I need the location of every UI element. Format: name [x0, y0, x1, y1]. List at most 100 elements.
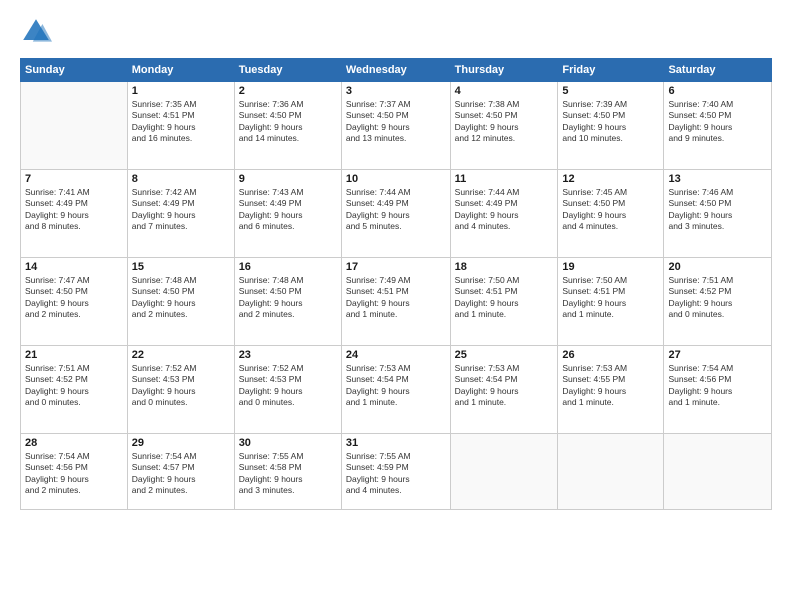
calendar-cell: 7Sunrise: 7:41 AM Sunset: 4:49 PM Daylig…: [21, 170, 128, 258]
day-info: Sunrise: 7:47 AM Sunset: 4:50 PM Dayligh…: [25, 275, 123, 321]
weekday-header-thursday: Thursday: [450, 59, 558, 82]
calendar-week-row: 14 Sunrise: 7:47 AM Sunset: 4:50 PM Dayli…: [21, 258, 772, 346]
day-info: Sunrise: 7:48 AM Sunset: 4:50 PM Dayligh…: [239, 275, 337, 321]
calendar-table: SundayMondayTuesdayWednesdayThursdayFrid…: [20, 58, 772, 510]
calendar-cell: 10 Sunrise: 7:44 AM Sunset: 4:49 PM Dayli…: [341, 170, 450, 258]
day-info: Sunrise: 7:40 AM Sunset: 4:50 PM Dayligh…: [668, 99, 767, 145]
day-info: Sunrise: 7:44 AM Sunset: 4:49 PM Dayligh…: [455, 187, 554, 233]
day-info: Sunrise: 7:54 AM Sunset: 4:57 PM Dayligh…: [132, 451, 230, 497]
day-info: Sunrise: 7:41 AM Sunset: 4:49 PM Dayligh…: [25, 187, 123, 233]
day-info: Sunrise: 7:52 AM Sunset: 4:53 PM Dayligh…: [132, 363, 230, 409]
calendar-cell: 28 Sunrise: 7:54 AM Sunset: 4:56 PM Dayli…: [21, 434, 128, 510]
calendar-cell: 4 Sunrise: 7:38 AM Sunset: 4:50 PM Daylig…: [450, 82, 558, 170]
day-number: 14: [25, 261, 123, 273]
calendar-cell: [664, 434, 772, 510]
calendar-cell: 8 Sunrise: 7:42 AM Sunset: 4:49 PM Daylig…: [127, 170, 234, 258]
day-info: Sunrise: 7:45 AM Sunset: 4:50 PM Dayligh…: [562, 187, 659, 233]
logo: [20, 16, 56, 48]
day-info: Sunrise: 7:53 AM Sunset: 4:54 PM Dayligh…: [455, 363, 554, 409]
calendar-cell: 20 Sunrise: 7:51 AM Sunset: 4:52 PM Dayli…: [664, 258, 772, 346]
calendar-cell: 17Sunrise: 7:49 AM Sunset: 4:51 PM Dayli…: [341, 258, 450, 346]
day-number: 23: [239, 349, 337, 361]
calendar-cell: 19 Sunrise: 7:50 AM Sunset: 4:51 PM Dayli…: [558, 258, 664, 346]
day-number: 6: [668, 85, 767, 97]
calendar-cell: 25 Sunrise: 7:53 AM Sunset: 4:54 PM Dayli…: [450, 346, 558, 434]
weekday-header-sunday: Sunday: [21, 59, 128, 82]
day-number: 8: [132, 173, 230, 185]
calendar-week-row: 7Sunrise: 7:41 AM Sunset: 4:49 PM Daylig…: [21, 170, 772, 258]
day-number: 4: [455, 85, 554, 97]
calendar-cell: 11 Sunrise: 7:44 AM Sunset: 4:49 PM Dayli…: [450, 170, 558, 258]
day-info: Sunrise: 7:54 AM Sunset: 4:56 PM Dayligh…: [25, 451, 123, 497]
calendar-cell: [21, 82, 128, 170]
day-number: 12: [562, 173, 659, 185]
day-number: 28: [25, 437, 123, 449]
calendar-cell: 24 Sunrise: 7:53 AM Sunset: 4:54 PM Dayli…: [341, 346, 450, 434]
calendar-cell: 6 Sunrise: 7:40 AM Sunset: 4:50 PM Daylig…: [664, 82, 772, 170]
day-number: 26: [562, 349, 659, 361]
calendar-cell: 1Sunrise: 7:35 AM Sunset: 4:51 PM Daylig…: [127, 82, 234, 170]
calendar-cell: [450, 434, 558, 510]
day-info: Sunrise: 7:43 AM Sunset: 4:49 PM Dayligh…: [239, 187, 337, 233]
day-info: Sunrise: 7:55 AM Sunset: 4:59 PM Dayligh…: [346, 451, 446, 497]
calendar-cell: 23 Sunrise: 7:52 AM Sunset: 4:53 PM Dayli…: [234, 346, 341, 434]
header: [20, 16, 772, 48]
calendar-cell: 5 Sunrise: 7:39 AM Sunset: 4:50 PM Daylig…: [558, 82, 664, 170]
day-number: 24: [346, 349, 446, 361]
day-info: Sunrise: 7:39 AM Sunset: 4:50 PM Dayligh…: [562, 99, 659, 145]
calendar-cell: 13 Sunrise: 7:46 AM Sunset: 4:50 PM Dayli…: [664, 170, 772, 258]
weekday-header-row: SundayMondayTuesdayWednesdayThursdayFrid…: [21, 59, 772, 82]
day-info: Sunrise: 7:37 AM Sunset: 4:50 PM Dayligh…: [346, 99, 446, 145]
day-number: 27: [668, 349, 767, 361]
calendar-cell: 9 Sunrise: 7:43 AM Sunset: 4:49 PM Daylig…: [234, 170, 341, 258]
calendar-cell: [558, 434, 664, 510]
calendar-cell: 31 Sunrise: 7:55 AM Sunset: 4:59 PM Dayli…: [341, 434, 450, 510]
day-info: Sunrise: 7:51 AM Sunset: 4:52 PM Dayligh…: [25, 363, 123, 409]
day-number: 13: [668, 173, 767, 185]
calendar-cell: 14 Sunrise: 7:47 AM Sunset: 4:50 PM Dayli…: [21, 258, 128, 346]
calendar-cell: 22 Sunrise: 7:52 AM Sunset: 4:53 PM Dayli…: [127, 346, 234, 434]
weekday-header-saturday: Saturday: [664, 59, 772, 82]
day-number: 20: [668, 261, 767, 273]
day-info: Sunrise: 7:42 AM Sunset: 4:49 PM Dayligh…: [132, 187, 230, 233]
day-number: 25: [455, 349, 554, 361]
day-info: Sunrise: 7:54 AM Sunset: 4:56 PM Dayligh…: [668, 363, 767, 409]
day-number: 10: [346, 173, 446, 185]
day-number: 11: [455, 173, 554, 185]
day-info: Sunrise: 7:50 AM Sunset: 4:51 PM Dayligh…: [455, 275, 554, 321]
weekday-header-wednesday: Wednesday: [341, 59, 450, 82]
day-info: Sunrise: 7:36 AM Sunset: 4:50 PM Dayligh…: [239, 99, 337, 145]
day-number: 31: [346, 437, 446, 449]
calendar-cell: 3 Sunrise: 7:37 AM Sunset: 4:50 PM Daylig…: [341, 82, 450, 170]
day-number: 19: [562, 261, 659, 273]
day-info: Sunrise: 7:49 AM Sunset: 4:51 PM Dayligh…: [346, 275, 446, 321]
day-number: 22: [132, 349, 230, 361]
day-number: 9: [239, 173, 337, 185]
weekday-header-monday: Monday: [127, 59, 234, 82]
day-number: 15: [132, 261, 230, 273]
calendar-week-row: 1Sunrise: 7:35 AM Sunset: 4:51 PM Daylig…: [21, 82, 772, 170]
day-info: Sunrise: 7:53 AM Sunset: 4:54 PM Dayligh…: [346, 363, 446, 409]
day-info: Sunrise: 7:35 AM Sunset: 4:51 PM Dayligh…: [132, 99, 230, 145]
calendar-cell: 16 Sunrise: 7:48 AM Sunset: 4:50 PM Dayli…: [234, 258, 341, 346]
day-info: Sunrise: 7:50 AM Sunset: 4:51 PM Dayligh…: [562, 275, 659, 321]
day-number: 5: [562, 85, 659, 97]
calendar-cell: 18Sunrise: 7:50 AM Sunset: 4:51 PM Dayli…: [450, 258, 558, 346]
weekday-header-tuesday: Tuesday: [234, 59, 341, 82]
day-info: Sunrise: 7:38 AM Sunset: 4:50 PM Dayligh…: [455, 99, 554, 145]
day-number: 3: [346, 85, 446, 97]
day-number: 29: [132, 437, 230, 449]
day-info: Sunrise: 7:51 AM Sunset: 4:52 PM Dayligh…: [668, 275, 767, 321]
logo-icon: [20, 16, 52, 48]
weekday-header-friday: Friday: [558, 59, 664, 82]
day-info: Sunrise: 7:44 AM Sunset: 4:49 PM Dayligh…: [346, 187, 446, 233]
calendar-cell: 2 Sunrise: 7:36 AM Sunset: 4:50 PM Daylig…: [234, 82, 341, 170]
day-number: 16: [239, 261, 337, 273]
calendar-cell: 12 Sunrise: 7:45 AM Sunset: 4:50 PM Dayli…: [558, 170, 664, 258]
day-info: Sunrise: 7:52 AM Sunset: 4:53 PM Dayligh…: [239, 363, 337, 409]
page: SundayMondayTuesdayWednesdayThursdayFrid…: [0, 0, 792, 612]
day-info: Sunrise: 7:46 AM Sunset: 4:50 PM Dayligh…: [668, 187, 767, 233]
day-number: 2: [239, 85, 337, 97]
day-info: Sunrise: 7:48 AM Sunset: 4:50 PM Dayligh…: [132, 275, 230, 321]
calendar-cell: 30Sunrise: 7:55 AM Sunset: 4:58 PM Dayli…: [234, 434, 341, 510]
